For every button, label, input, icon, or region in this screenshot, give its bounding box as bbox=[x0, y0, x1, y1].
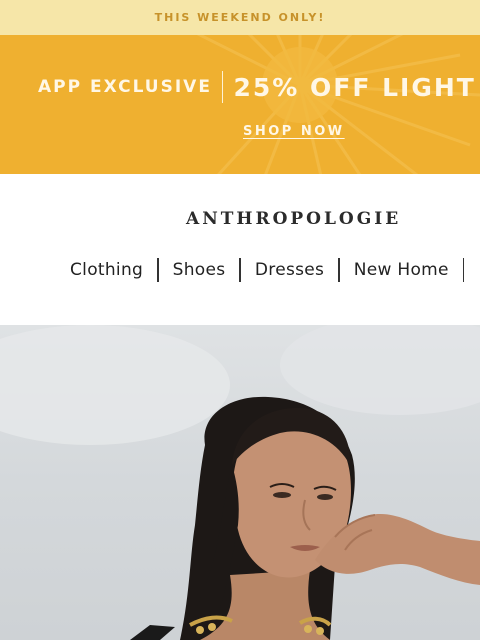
nav-divider bbox=[462, 258, 465, 282]
model-portrait-photo bbox=[0, 325, 480, 640]
brand-logo[interactable]: ANTHROPOLOGIE bbox=[186, 209, 401, 229]
nav-item-new-home[interactable]: New Home bbox=[354, 260, 449, 280]
weekend-announcement-bar: THIS WEEKEND ONLY! bbox=[0, 0, 480, 35]
promo-headline-row: APP EXCLUSIVE 25% OFF LIGHT bbox=[38, 71, 476, 103]
nav-item-dresses[interactable]: Dresses bbox=[255, 260, 324, 280]
nav-item-clothing[interactable]: Clothing bbox=[70, 260, 143, 280]
weekend-announcement-text: THIS WEEKEND ONLY! bbox=[154, 11, 326, 24]
nav-divider bbox=[157, 258, 159, 282]
category-nav: Clothing Shoes Dresses New Home B bbox=[70, 257, 480, 283]
promo-banner[interactable]: APP EXCLUSIVE 25% OFF LIGHT SHOP NOW bbox=[0, 35, 480, 174]
nav-divider bbox=[239, 258, 241, 282]
promo-label: APP EXCLUSIVE bbox=[38, 77, 212, 97]
nav-divider bbox=[338, 258, 340, 282]
sunburst-rays-decoration bbox=[0, 35, 480, 174]
hero-image[interactable] bbox=[0, 325, 480, 640]
promo-offer-text: 25% OFF LIGHT bbox=[233, 72, 476, 102]
nav-item-shoes[interactable]: Shoes bbox=[173, 260, 226, 280]
shop-now-link[interactable]: SHOP NOW bbox=[243, 124, 345, 139]
promo-divider bbox=[221, 71, 224, 103]
